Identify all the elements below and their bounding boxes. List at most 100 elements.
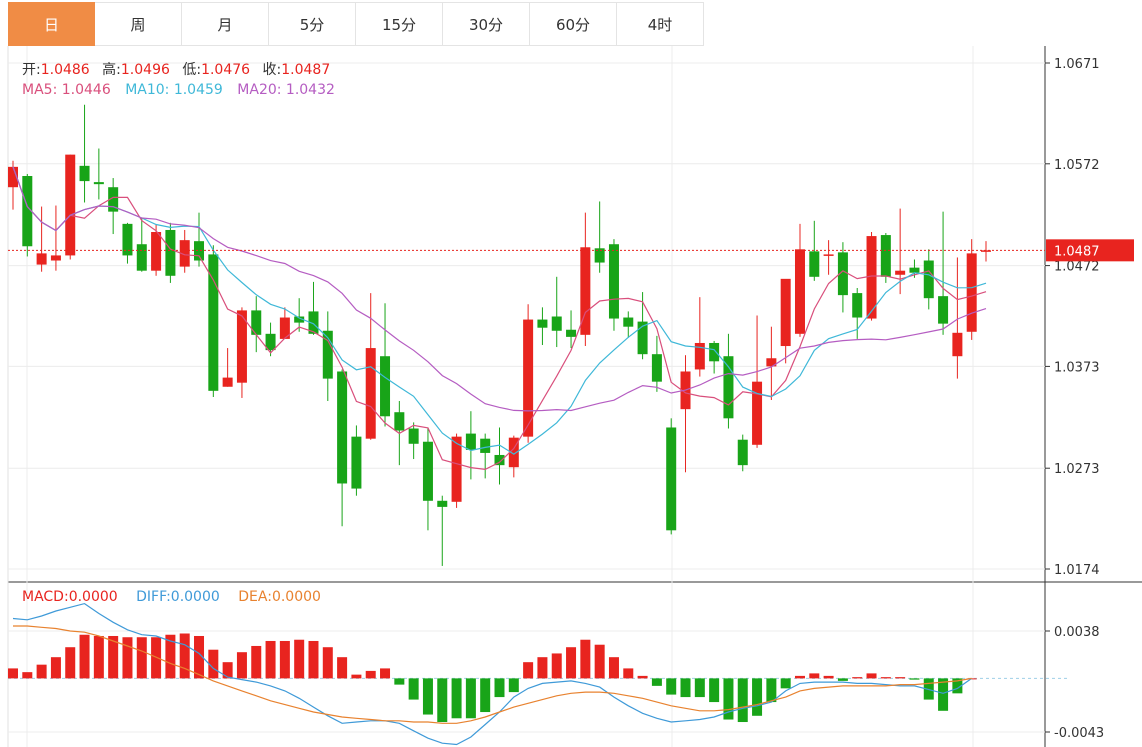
open-value: 1.0486 — [40, 62, 90, 78]
close-value: 1.0487 — [281, 62, 331, 78]
candle-body — [394, 412, 405, 431]
macd-bar — [437, 678, 448, 723]
ma10-label: MA10: — [125, 82, 170, 98]
macd-bar — [22, 672, 33, 679]
macd-bar — [36, 664, 47, 679]
candle-body — [422, 441, 433, 501]
y-tick-label: 1.0174 — [1054, 563, 1100, 578]
candle-body — [566, 329, 577, 337]
macd-bar — [694, 678, 705, 698]
low-label: 低: — [182, 62, 202, 78]
candle-body — [222, 377, 233, 387]
macd-bar — [523, 662, 534, 679]
candle-body — [651, 354, 662, 382]
macd-bar — [508, 678, 519, 693]
macd-y-tick-label: 0.0038 — [1054, 625, 1100, 640]
macd-bar — [294, 639, 305, 679]
candle-body — [36, 253, 47, 265]
candle-body — [437, 500, 448, 507]
macd-bar — [351, 674, 362, 679]
macd-bar — [93, 635, 104, 679]
macd-bar — [422, 678, 433, 715]
macd-bar — [179, 633, 190, 679]
open-label: 开: — [22, 62, 41, 78]
macd-bar — [766, 678, 777, 703]
candle-body — [165, 229, 176, 276]
macd-bar — [580, 639, 591, 679]
macd-bar — [866, 673, 877, 679]
high-label: 高: — [102, 62, 121, 78]
current-price-label: 1.0487 — [1054, 244, 1100, 259]
macd-bar — [480, 678, 491, 713]
dea-label: DEA: — [238, 589, 272, 605]
candle-body — [408, 428, 419, 444]
macd-bar — [880, 677, 891, 679]
macd-bar — [752, 678, 763, 716]
macd-bar — [537, 657, 548, 679]
macd-y-tick-label: -0.0043 — [1054, 726, 1104, 741]
candle-body — [880, 235, 891, 277]
candle-body — [251, 310, 262, 335]
candle-body — [337, 371, 348, 484]
candle-body — [122, 223, 133, 256]
candle-body — [551, 316, 562, 331]
macd-bar — [852, 677, 863, 679]
ma10-value: 1.0459 — [173, 82, 223, 98]
ohlc-legend: 开:1.0486 高:1.0496 低:1.0476 收:1.0487 — [22, 59, 330, 79]
macd-bar — [837, 678, 848, 681]
macd-bar — [608, 657, 619, 679]
macd-bar — [222, 662, 233, 679]
candle-body — [723, 356, 734, 419]
ma5-value: 1.0446 — [61, 82, 111, 98]
candle-body — [465, 433, 476, 450]
candle-body — [351, 436, 362, 489]
candle-body — [909, 267, 920, 273]
macd-value: 0.0000 — [68, 589, 118, 605]
y-tick-label: 1.0671 — [1054, 57, 1100, 72]
candle-body — [938, 296, 949, 324]
macd-bar — [265, 640, 276, 679]
candle-body — [752, 381, 763, 445]
macd-bar — [709, 678, 720, 703]
candle-body — [852, 293, 863, 318]
macd-bar — [623, 668, 634, 679]
high-value: 1.0496 — [120, 62, 170, 78]
y-tick-label: 1.0572 — [1054, 158, 1100, 173]
candle-body — [737, 439, 748, 466]
dea-value: 0.0000 — [271, 589, 321, 605]
candle-body — [966, 253, 977, 332]
candle-body — [608, 244, 619, 319]
chart-area[interactable]: 1.0671 1.0572 1.0472 1.0373 1.0273 1.0174 0.00… — [0, 0, 1142, 747]
macd-bar — [594, 644, 605, 679]
ma20-value: 1.0432 — [285, 82, 335, 98]
candle-body — [923, 260, 934, 299]
ma-legend: MA5: 1.0446 MA10: 1.0459 MA20: 1.0432 — [22, 82, 335, 98]
ma5-line — [12, 166, 987, 471]
macd-bar — [566, 647, 577, 679]
macd-bar — [65, 647, 76, 679]
macd-bar — [8, 668, 18, 679]
macd-bar — [380, 668, 391, 679]
macd-label: MACD: — [22, 589, 69, 605]
candle-body — [151, 232, 162, 271]
candle-body — [709, 342, 720, 362]
candle-body — [780, 278, 791, 347]
macd-bar — [494, 678, 505, 698]
macd-bar — [680, 678, 691, 698]
candle-body — [451, 436, 462, 502]
y-tick-label: 1.0472 — [1054, 260, 1100, 275]
macd-bar — [394, 678, 405, 685]
diff-label: DIFF: — [136, 589, 171, 605]
macd-bar — [50, 657, 61, 679]
ma5-label: MA5: — [22, 82, 58, 98]
macd-bar — [451, 678, 462, 719]
candle-body — [365, 348, 376, 439]
low-value: 1.0476 — [201, 62, 251, 78]
macd-bar — [809, 673, 820, 679]
macd-bar — [122, 637, 133, 679]
macd-bar — [938, 678, 949, 711]
macd-bar — [337, 657, 348, 679]
candle-body — [809, 251, 820, 277]
macd-bar — [408, 678, 419, 700]
candle-body — [65, 154, 76, 256]
